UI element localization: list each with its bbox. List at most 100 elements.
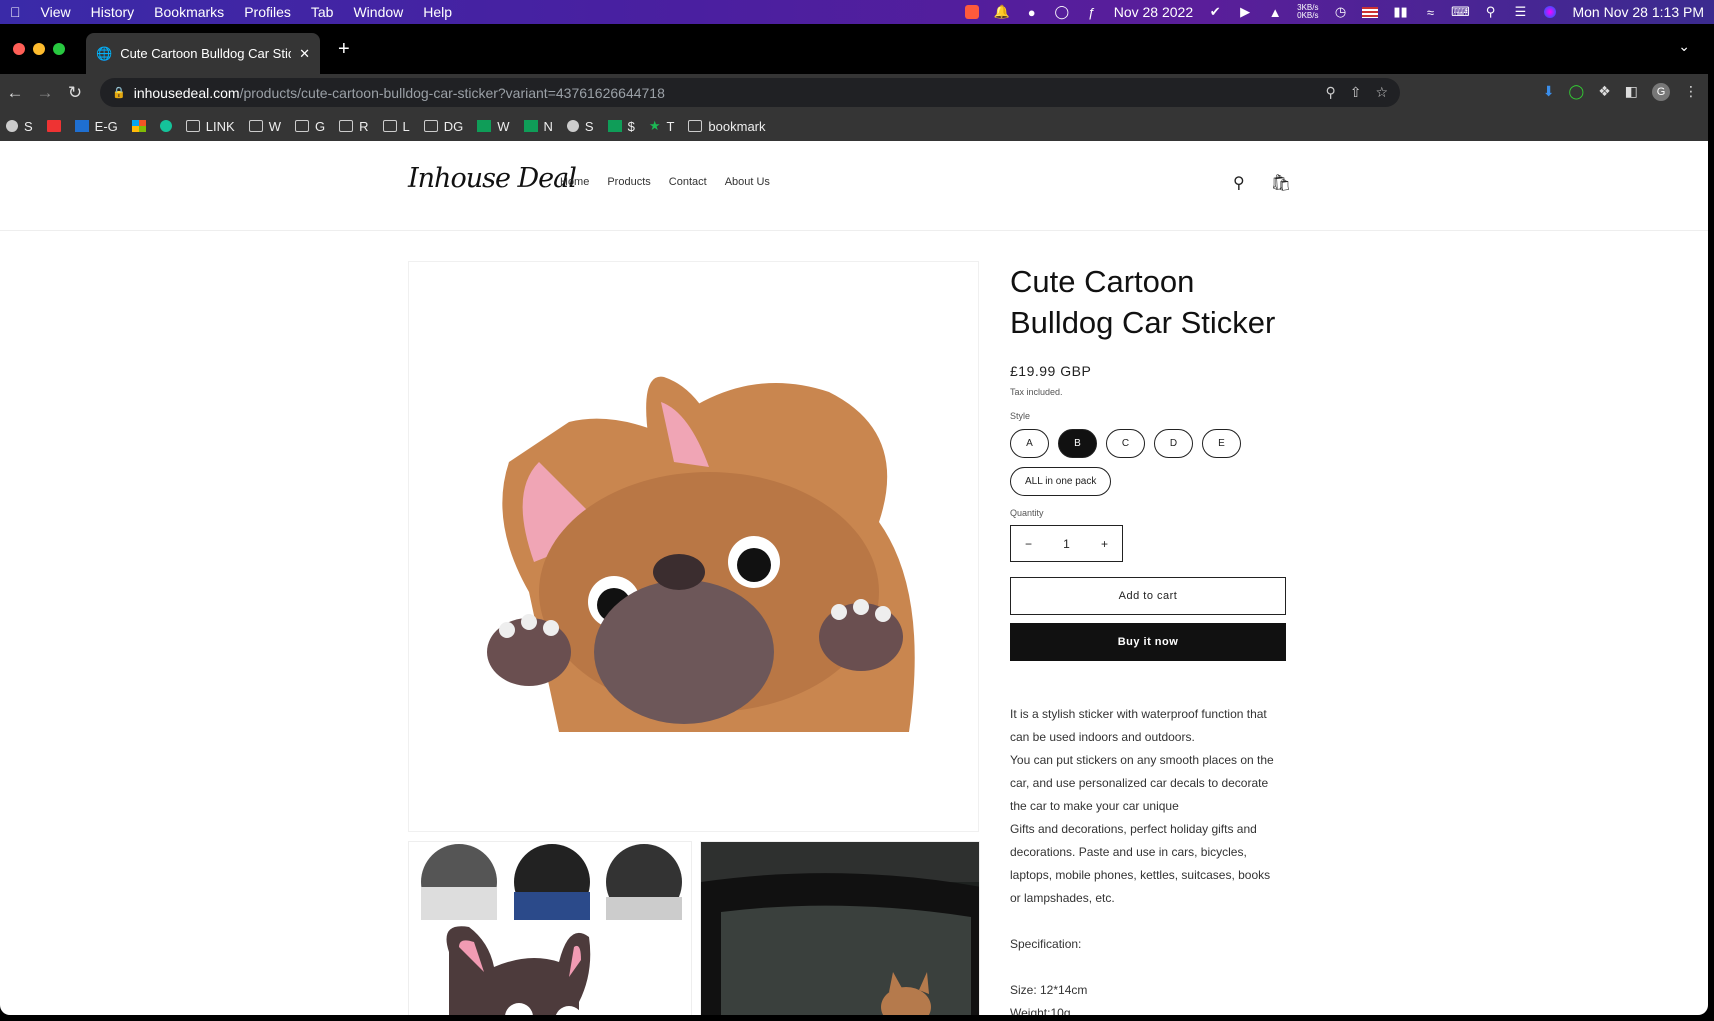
style-label: Style xyxy=(1010,411,1031,421)
bookmark-grammarly[interactable] xyxy=(159,120,172,132)
apple-icon[interactable]:  xyxy=(10,4,21,20)
search-icon[interactable]: ⚲ xyxy=(1233,173,1245,193)
nav-home[interactable]: Home xyxy=(560,176,589,188)
bookmark-microsoft[interactable] xyxy=(131,120,146,132)
grammarly-icon xyxy=(159,120,172,132)
sheets-icon xyxy=(477,120,492,132)
bookmark-sheets-n[interactable]: N xyxy=(523,118,553,134)
bell-icon[interactable]: 🔔 xyxy=(994,4,1010,20)
tab-title: Cute Cartoon Bulldog Car Sticker xyxy=(120,46,291,61)
notification-app-icon[interactable] xyxy=(964,4,980,20)
sidepanel-icon[interactable]: ◧ xyxy=(1625,83,1638,101)
menu-bookmarks[interactable]: Bookmarks xyxy=(154,4,224,20)
address-bar[interactable]: 🔒 inhousedeal.com/products/cute-cartoon-… xyxy=(100,78,1400,107)
bookmark-outlook-eg[interactable]: E-G xyxy=(74,119,118,134)
bookmark-folder-r[interactable]: R xyxy=(339,119,369,134)
increase-quantity-icon[interactable]: + xyxy=(1101,537,1108,551)
play-icon[interactable]: ▶ xyxy=(1237,4,1253,20)
style-option-a[interactable]: A xyxy=(1010,429,1049,458)
bulldog-sticker-image xyxy=(487,376,915,732)
style-option-d[interactable]: D xyxy=(1154,429,1193,458)
quantity-input[interactable]: 1 xyxy=(1063,537,1070,551)
url-host: inhousedeal.com xyxy=(133,84,240,101)
clock-history-icon[interactable]: ◷ xyxy=(1332,4,1348,20)
cart-icon[interactable]: 🛍 xyxy=(1271,173,1291,193)
search-icon[interactable]: ⚲ xyxy=(1482,4,1498,20)
wifi-icon[interactable]: ≈ xyxy=(1422,4,1438,20)
browser-tab[interactable]: 🌐 Cute Cartoon Bulldog Car Sticker ✕ xyxy=(86,33,320,74)
siri-icon[interactable] xyxy=(1542,4,1558,20)
menu-profiles[interactable]: Profiles xyxy=(244,4,291,20)
bookmark-gmail[interactable] xyxy=(46,120,61,132)
wechat-icon[interactable]: ● xyxy=(1024,4,1040,20)
tab-search-chevron-icon[interactable]: ⌄ xyxy=(1678,38,1690,55)
menu-window[interactable]: Window xyxy=(353,4,403,20)
nav-contact[interactable]: Contact xyxy=(669,176,707,188)
control-center-icon[interactable]: ☰ xyxy=(1512,4,1528,20)
nav-products[interactable]: Products xyxy=(607,176,650,188)
buy-it-now-button[interactable]: Buy it now xyxy=(1010,623,1286,661)
product-thumbnail-stickers[interactable] xyxy=(408,841,692,1015)
site-logo[interactable]: Inhouse Deal xyxy=(408,163,577,194)
bookmark-globe-s[interactable]: S xyxy=(566,119,594,134)
forward-icon[interactable]: → xyxy=(30,83,60,103)
minimize-window-button[interactable] xyxy=(33,43,45,55)
outlook-icon xyxy=(74,120,89,132)
menu-help[interactable]: Help xyxy=(423,4,452,20)
product-thumbnail-car[interactable] xyxy=(700,841,980,1015)
microsoft-icon xyxy=(131,120,146,132)
zoom-icon[interactable]: ⚲ xyxy=(1325,84,1335,101)
bookmark-sheets-dollar[interactable]: $ xyxy=(607,119,635,134)
bookmark-folder-g[interactable]: G xyxy=(294,119,325,134)
menubar-date[interactable]: Nov 28 2022 xyxy=(1114,4,1193,20)
tab-strip: 🌐 Cute Cartoon Bulldog Car Sticker ✕ + ⌄ xyxy=(0,24,1708,74)
style-option-all-in-one-pack[interactable]: ALL in one pack xyxy=(1010,467,1112,496)
keyboard-icon[interactable]: ⌨ xyxy=(1451,4,1470,20)
bookmark-folder-l[interactable]: L xyxy=(382,119,410,134)
close-window-button[interactable] xyxy=(13,43,25,55)
bookmark-folder-dg[interactable]: DG xyxy=(423,119,463,134)
sticker-circles-image xyxy=(421,844,682,1015)
cat-icon[interactable]: ▲ xyxy=(1267,4,1283,20)
bookmark-star-t[interactable]: ★ T xyxy=(649,118,675,134)
menu-history[interactable]: History xyxy=(91,4,135,20)
reload-icon[interactable]: ↻ xyxy=(60,83,90,103)
kebab-menu-icon[interactable]: ⋮ xyxy=(1684,83,1698,101)
extension-circle-icon[interactable]: ◯ xyxy=(1569,83,1585,101)
messenger-icon[interactable]: ◯ xyxy=(1054,4,1070,20)
bookmark-folder-w[interactable]: W xyxy=(248,118,281,134)
gmail-icon xyxy=(46,120,61,132)
bookmark-label: N xyxy=(543,118,553,134)
download-icon[interactable]: ⬇ xyxy=(1543,83,1555,101)
bookmark-folder-link[interactable]: LINK xyxy=(185,119,235,134)
bookmark-label: W xyxy=(268,118,281,134)
product-description: It is a stylish sticker with waterproof … xyxy=(1010,707,1274,1015)
bookmark-s[interactable]: S xyxy=(6,119,33,134)
style-option-c[interactable]: C xyxy=(1106,429,1145,458)
style-option-b[interactable]: B xyxy=(1058,429,1097,458)
net-down: 0KB/s xyxy=(1297,11,1319,20)
us-flag-icon[interactable] xyxy=(1362,4,1379,20)
style-option-e[interactable]: E xyxy=(1202,429,1241,458)
back-icon[interactable]: ← xyxy=(0,83,30,103)
profile-avatar[interactable]: G xyxy=(1652,83,1670,101)
add-to-cart-button[interactable]: Add to cart xyxy=(1010,577,1286,615)
script-icon[interactable]: ƒ xyxy=(1084,4,1100,20)
nav-about-us[interactable]: About Us xyxy=(725,176,770,188)
bookmarks-bar: S E-G LINK W G R L DG W N S $ ★ T bookmar… xyxy=(0,111,1708,141)
menubar-clock[interactable]: Mon Nov 28 1:13 PM xyxy=(1572,4,1704,20)
bookmark-star-icon[interactable]: ☆ xyxy=(1375,84,1388,101)
checkmark-icon[interactable]: ✔ xyxy=(1207,4,1223,20)
zoom-window-button[interactable] xyxy=(53,43,65,55)
menu-view[interactable]: View xyxy=(41,4,71,20)
decrease-quantity-icon[interactable]: − xyxy=(1025,537,1032,551)
extensions-puzzle-icon[interactable]: ❖ xyxy=(1598,83,1611,101)
battery-icon[interactable]: ▮▮ xyxy=(1392,4,1408,20)
bookmark-folder-bookmark[interactable]: bookmark xyxy=(688,119,766,134)
product-main-image[interactable] xyxy=(408,261,979,832)
bookmark-sheets-w[interactable]: W xyxy=(477,119,510,134)
new-tab-icon[interactable]: + xyxy=(338,38,350,61)
share-icon[interactable]: ⇧ xyxy=(1350,84,1362,101)
menu-tab[interactable]: Tab xyxy=(311,4,334,20)
close-tab-icon[interactable]: ✕ xyxy=(299,46,310,62)
